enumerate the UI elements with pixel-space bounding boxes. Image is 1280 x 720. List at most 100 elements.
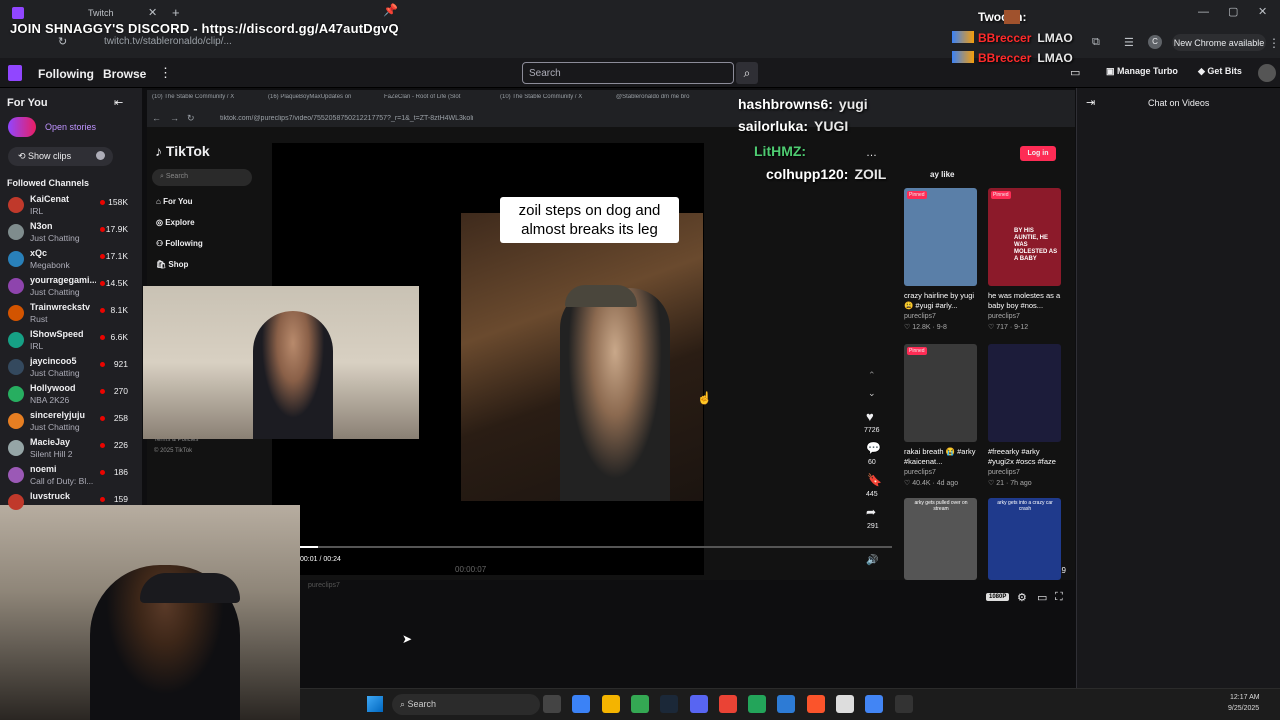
profile-avatar[interactable]: C xyxy=(1148,35,1162,49)
menu-icon[interactable]: ⋮ xyxy=(1268,36,1280,50)
user-avatar[interactable] xyxy=(1258,64,1276,82)
tab-title[interactable]: Twitch xyxy=(88,8,114,18)
scroll-down-icon[interactable]: ⌄ xyxy=(868,388,876,399)
related-thumbnail[interactable]: arky gets pulled over on stream xyxy=(904,498,977,580)
reading-list-icon[interactable]: ☰ xyxy=(1124,36,1134,49)
tiktok-search[interactable]: ⌕ Search xyxy=(152,169,252,186)
share-icon[interactable]: ➦ xyxy=(866,505,876,519)
channel-viewers: 6.6K xyxy=(110,332,129,342)
inner-tab[interactable]: (10) The Stable Community / X xyxy=(500,94,610,106)
channel-item[interactable]: Trainwreckstv Rust 8.1K xyxy=(0,301,142,328)
volume-icon[interactable]: 🔊 xyxy=(866,555,878,566)
search-icon[interactable]: ⌕ xyxy=(736,62,758,84)
chrome-icon[interactable] xyxy=(865,695,884,713)
tiktok-menu-item[interactable]: ⌂ For You xyxy=(156,197,193,206)
channel-item[interactable]: luvstruck 159 xyxy=(0,490,142,517)
scroll-up-icon[interactable]: ⌃ xyxy=(868,370,876,381)
channel-item[interactable]: yourragegami... Just Chatting 14.5K xyxy=(0,274,142,301)
login-button[interactable]: Log in xyxy=(1020,146,1056,161)
inner-tab[interactable]: FaZeClan - Root of Life (Slot xyxy=(384,94,494,106)
terminal-icon[interactable] xyxy=(777,695,796,713)
channel-game: Just Chatting xyxy=(30,287,80,297)
channel-item[interactable]: sincerelyjuju Just Chatting 258 xyxy=(0,409,142,436)
progress-bar[interactable] xyxy=(300,546,892,548)
nav-browse[interactable]: Browse xyxy=(103,67,146,81)
maximize-icon[interactable]: ▢ xyxy=(1228,5,1238,18)
new-tab-icon[interactable]: + xyxy=(172,5,180,20)
tiktok-logo[interactable]: ♪ TikTok xyxy=(155,143,210,159)
inner-reload-icon[interactable]: ↻ xyxy=(187,113,195,124)
inbox-icon[interactable]: ▭ xyxy=(1070,66,1080,79)
tab-close-icon[interactable]: ✕ xyxy=(148,6,157,19)
chrome-icon[interactable] xyxy=(630,695,649,713)
app-icon[interactable] xyxy=(748,695,767,713)
channel-item[interactable]: IShowSpeed IRL 6.6K xyxy=(0,328,142,355)
channel-item[interactable]: MacieJay Silent Hill 2 226 xyxy=(0,436,142,463)
fullscreen-icon[interactable]: ⛶ xyxy=(1055,591,1063,604)
copilot-icon[interactable] xyxy=(572,695,591,713)
app-icon[interactable] xyxy=(836,695,854,713)
live-dot-icon xyxy=(100,470,105,475)
clips-close-icon[interactable] xyxy=(96,151,105,160)
taskbar-search[interactable]: ⌕ Search xyxy=(392,694,540,715)
live-dot-icon xyxy=(100,497,105,502)
close-window-icon[interactable]: ✕ xyxy=(1258,5,1267,18)
more-icon[interactable]: … xyxy=(866,147,877,159)
reload-icon[interactable]: ↻ xyxy=(58,35,67,48)
obs-icon[interactable] xyxy=(718,695,737,713)
more-options-icon[interactable]: ⋮ xyxy=(159,65,172,81)
new-chrome-button[interactable]: New Chrome available xyxy=(1172,34,1266,51)
inner-tab-title: (10) The Stable Community / X xyxy=(500,94,583,100)
manage-turbo-button[interactable]: ▣ Manage Turbo xyxy=(1106,66,1178,77)
steam-icon[interactable] xyxy=(660,695,679,713)
quality-badge[interactable]: 1080P xyxy=(986,593,1010,601)
app-icon[interactable] xyxy=(894,695,913,713)
chat-username: sailorluka: xyxy=(738,118,809,134)
related-thumbnail[interactable]: arky gets into a crazy car crash xyxy=(988,498,1061,580)
brave-icon[interactable] xyxy=(806,695,825,713)
collapse-chat-icon[interactable]: ⇥ xyxy=(1086,96,1095,109)
extensions-icon[interactable]: ⧉ xyxy=(1092,36,1100,49)
settings-icon[interactable]: ⚙ xyxy=(1017,591,1027,604)
inner-back-icon[interactable]: ← xyxy=(152,113,161,123)
nav-following[interactable]: Following xyxy=(38,67,94,81)
windows-start-icon[interactable] xyxy=(367,696,383,712)
address-bar[interactable]: twitch.tv/stableronaldo/clip/... xyxy=(104,36,232,47)
like-icon[interactable]: ♥ xyxy=(866,409,874,424)
twitch-logo-icon[interactable] xyxy=(8,65,22,81)
save-icon[interactable]: 🔖 xyxy=(867,473,882,487)
you-may-like-heading: ay like xyxy=(930,170,955,179)
tiktok-menu-item[interactable]: 🛍 Shop xyxy=(156,260,188,269)
related-thumbnail[interactable]: Pinned xyxy=(904,344,977,442)
channel-item[interactable]: Hollywood NBA 2K26 270 xyxy=(0,382,142,409)
theatre-mode-icon[interactable]: ▭ xyxy=(1037,591,1047,604)
tiktok-menu-item[interactable]: ◎ Explore xyxy=(156,218,195,227)
file-explorer-icon[interactable] xyxy=(601,695,620,713)
comment-icon[interactable]: 💬 xyxy=(866,441,881,455)
inner-tab[interactable]: (16) PlaqueBoyMaxUpdates on xyxy=(268,94,378,106)
open-stories-link[interactable]: Open stories xyxy=(45,122,96,132)
related-thumbnail[interactable]: Pinned BY HIS AUNTIE, HE WAS MOLESTED AS … xyxy=(988,188,1061,286)
minimize-icon[interactable]: — xyxy=(1198,6,1209,18)
related-thumbnail[interactable] xyxy=(988,344,1061,442)
video-caption: zoil steps on dog and almost breaks its … xyxy=(500,197,679,243)
channel-viewers: 921 xyxy=(113,359,128,369)
get-bits-button[interactable]: ◆ Get Bits xyxy=(1198,66,1242,77)
show-clips-button[interactable]: ⟲ Show clips xyxy=(8,147,113,166)
channel-item[interactable]: KaiCenat IRL 158K xyxy=(0,193,142,220)
task-view-icon[interactable] xyxy=(543,695,561,713)
channel-item[interactable]: jaycincoo5 Just Chatting 921 xyxy=(0,355,142,382)
collapse-sidebar-icon[interactable]: ⇤ xyxy=(114,96,123,109)
tiktok-menu-item[interactable]: ⚇ Following xyxy=(156,239,203,248)
related-thumbnail[interactable]: Pinned xyxy=(904,188,977,286)
stories-avatar[interactable] xyxy=(8,117,36,137)
inner-tab[interactable]: @Stableronaldo dm me bro xyxy=(616,94,726,106)
inner-tab[interactable]: (10) The Stable Community / X xyxy=(152,94,262,106)
inner-url[interactable]: tiktok.com/@pureclips7/video/75520587502… xyxy=(220,115,700,122)
channel-item[interactable]: N3on Just Chatting 17.9K xyxy=(0,220,142,247)
discord-icon[interactable] xyxy=(689,695,708,713)
search-input[interactable]: Search xyxy=(522,62,734,84)
channel-item[interactable]: xQc Megabonk 17.1K xyxy=(0,247,142,274)
channel-item[interactable]: noemi Call of Duty: Bl... 186 xyxy=(0,463,142,490)
inner-forward-icon[interactable]: → xyxy=(170,113,179,123)
